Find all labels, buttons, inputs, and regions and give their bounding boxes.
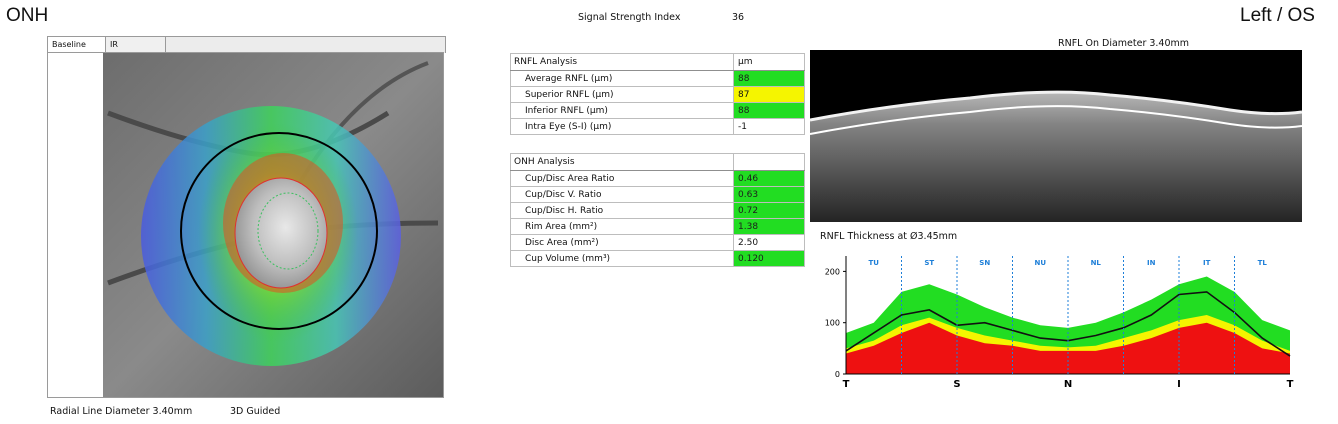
x-tick-label: N (1064, 379, 1072, 390)
sector-label: NU (1034, 259, 1046, 267)
row-value: -1 (733, 118, 805, 135)
x-tick-label: T (843, 379, 850, 390)
row-value: 0.72 (733, 202, 805, 219)
table-row: Cup/Disc V. Ratio 0.63 (510, 186, 805, 203)
image-tabbar: Baseline IR (47, 36, 446, 53)
table-row: Inferior RNFL (µm) 88 (510, 102, 805, 119)
table-row: Cup/Disc Area Ratio 0.46 (510, 170, 805, 187)
row-label: Intra Eye (S-I) (µm) (510, 118, 734, 135)
table-row: Rim Area (mm²) 1.38 (510, 218, 805, 235)
y-tick-label: 200 (825, 267, 840, 276)
table-row: Cup Volume (mm³) 0.120 (510, 250, 805, 267)
row-value: 88 (733, 102, 805, 119)
table-row: Average RNFL (µm) 88 (510, 70, 805, 87)
onh-analysis-table: ONH Analysis Cup/Disc Area Ratio 0.46 Cu… (510, 153, 805, 267)
table-row: Disc Area (mm²) 2.50 (510, 234, 805, 251)
tab-baseline[interactable]: Baseline (48, 37, 106, 53)
table-header-row: RNFL Analysis µm (510, 53, 805, 71)
x-tick-label: I (1177, 379, 1181, 390)
row-value: 88 (733, 70, 805, 87)
table-row: Superior RNFL (µm) 87 (510, 86, 805, 103)
row-label: Cup/Disc H. Ratio (510, 202, 734, 219)
row-value: 0.63 (733, 186, 805, 203)
rnfl-table-unit: µm (733, 53, 805, 71)
table-row: Cup/Disc H. Ratio 0.72 (510, 202, 805, 219)
row-value: 0.120 (733, 250, 805, 267)
row-label: Cup/Disc V. Ratio (510, 186, 734, 203)
sector-label: NL (1091, 259, 1102, 267)
onh-table-unit (733, 153, 805, 171)
sector-label: IN (1147, 259, 1156, 267)
sector-label: IT (1203, 259, 1211, 267)
tab-ir[interactable]: IR (106, 37, 166, 53)
row-label: Disc Area (mm²) (510, 234, 734, 251)
row-label: Cup Volume (mm³) (510, 250, 734, 267)
row-value: 87 (733, 86, 805, 103)
chart-title: RNFL Thickness at Ø3.45mm (820, 231, 958, 242)
y-tick-label: 0 (835, 370, 840, 379)
radial-line-label: Radial Line Diameter 3.40mm (50, 406, 193, 417)
fundus-panel (47, 52, 444, 398)
y-tick-label: 100 (825, 319, 840, 328)
row-label: Rim Area (mm²) (510, 218, 734, 235)
row-label: Cup/Disc Area Ratio (510, 170, 734, 187)
fundus-image (48, 53, 443, 397)
eye-label: Left / OS (1240, 5, 1315, 26)
table-row: Intra Eye (S-I) (µm) -1 (510, 118, 805, 135)
row-value: 1.38 (733, 218, 805, 235)
oct-bscan-image (809, 90, 1303, 222)
onh-table-title: ONH Analysis (510, 153, 734, 171)
oct-bscan (809, 50, 1303, 222)
guided-label: 3D Guided (230, 406, 281, 417)
x-tick-label: T (1287, 379, 1294, 390)
row-value: 2.50 (733, 234, 805, 251)
rnfl-table-title: RNFL Analysis (510, 53, 734, 71)
row-label: Average RNFL (µm) (510, 70, 734, 87)
row-label: Inferior RNFL (µm) (510, 102, 734, 119)
page-title: ONH (6, 5, 49, 26)
x-tick-label: S (953, 379, 960, 390)
table-header-row: ONH Analysis (510, 153, 805, 171)
sector-label: SN (979, 259, 990, 267)
sector-label: TL (1258, 259, 1268, 267)
row-value: 0.46 (733, 170, 805, 187)
sector-label: ST (924, 259, 934, 267)
rnfl-thickness-chart: 0100200TU ST SN NU NL IN IT TLT S N I T (825, 256, 1294, 390)
signal-strength-value: 36 (732, 12, 745, 23)
oct-title: RNFL On Diameter 3.40mm (1058, 38, 1190, 49)
rnfl-analysis-table: RNFL Analysis µm Average RNFL (µm) 88 Su… (510, 53, 805, 135)
sector-label: TU (869, 259, 880, 267)
row-label: Superior RNFL (µm) (510, 86, 734, 103)
panel-left-blank (48, 53, 103, 397)
retina-layers (810, 92, 1302, 222)
signal-strength-label: Signal Strength Index (578, 12, 681, 23)
